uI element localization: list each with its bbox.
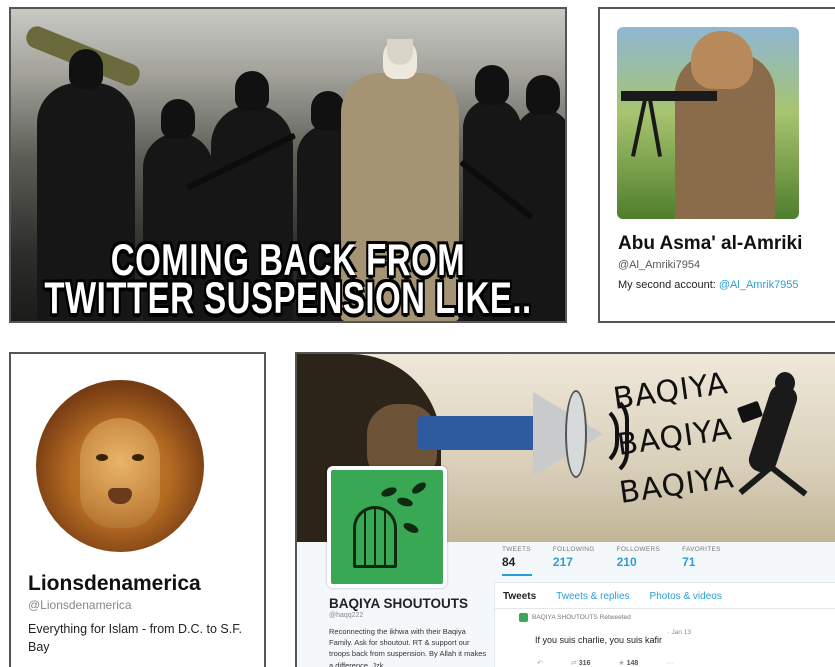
tab-tweets[interactable]: Tweets [503,591,536,602]
retweet-icon [519,613,528,622]
retweet-indicator: BAQIYA SHOUTOUTS Retweeted [519,613,631,622]
bird-icon [410,480,428,496]
reply-icon[interactable]: ↶ [537,659,543,667]
briefcase [736,400,764,424]
retweet-button[interactable]: ⇄ 316 [571,659,591,667]
profile-avatar[interactable] [617,27,799,219]
birdcage-icon [353,506,397,568]
active-stat-indicator [502,574,532,576]
profile-stats: TWEETS 84 FOLLOWING 217 FOLLOWERS 210 FA… [502,546,721,569]
profile-name[interactable]: BAQIYA SHOUTOUTS [329,596,468,611]
bird-icon [396,496,414,508]
meme-image: COMING BACK FROM TWITTER SUSPENSION LIKE… [9,7,567,323]
tweet-date[interactable]: · Jan 13 [668,629,692,636]
profile-handle[interactable]: @haqq222 [329,612,363,619]
bird-icon [402,520,420,536]
favorite-button[interactable]: ★ 148 [618,659,638,667]
header-text: BAQIYA [617,460,737,511]
tab-tweets-replies[interactable]: Tweets & replies [556,591,629,602]
twitter-profile-baqiya: BAQIYA BAQIYA BAQIYA TWEETS 84 FOLLOWING… [295,352,835,667]
machine-gun [621,91,717,101]
profile-handle[interactable]: @Lionsdenamerica [28,598,132,612]
stat-followers[interactable]: FOLLOWERS 210 [617,546,661,569]
retweet-count: 316 [578,660,591,667]
more-icon[interactable]: ··· [666,660,673,667]
timeline-tabs: Tweets Tweets & replies Photos & videos [495,583,835,609]
profile-avatar[interactable] [28,372,212,558]
megaphone [417,416,537,450]
header-text: BAQIYA [615,412,735,463]
profile-handle[interactable]: @Al_Amriki7954 [618,259,700,271]
profile-card-lionsden: Lionsdenamerica @Lionsdenamerica Everyth… [9,352,266,667]
profile-name[interactable]: Abu Asma' al-Amriki [618,233,802,255]
profile-avatar[interactable] [327,466,447,588]
stat-favorites[interactable]: FAVORITES 71 [682,546,721,569]
tab-photos-videos[interactable]: Photos & videos [650,591,722,602]
tweet-actions: ↶ ⇄ 316 ★ 148 ··· [537,659,673,667]
stat-following[interactable]: FOLLOWING 217 [553,546,595,569]
lion-face [80,418,160,528]
stat-tweets[interactable]: TWEETS 84 [502,546,531,569]
profile-card-amriki: Abu Asma' al-Amriki @Al_Amriki7954 My se… [598,7,835,323]
profile-bio: Reconnecting the ikhwa with their Baqiya… [329,627,487,667]
favorite-count: 148 [626,660,639,667]
tweet-timeline: Tweets Tweets & replies Photos & videos … [494,582,835,667]
meme-caption-line2: TWITTER SUSPENSION LIKE.. [44,272,532,323]
profile-bio: Everything for Islam - from D.C. to S.F.… [28,622,242,654]
bird-icon [380,485,398,499]
profile-bio: My second account: @Al_Amrik7955 [618,279,799,291]
bio-link[interactable]: @Al_Amrik7955 [719,279,799,291]
profile-name[interactable]: Lionsdenamerica [28,572,201,596]
header-text: BAQIYA [611,366,731,417]
bio-text: My second account: [618,279,719,291]
retweet-label[interactable]: BAQIYA SHOUTOUTS Retweeted [532,614,631,621]
tweet-text: If you suis charlie, you suis kafir [535,635,663,645]
